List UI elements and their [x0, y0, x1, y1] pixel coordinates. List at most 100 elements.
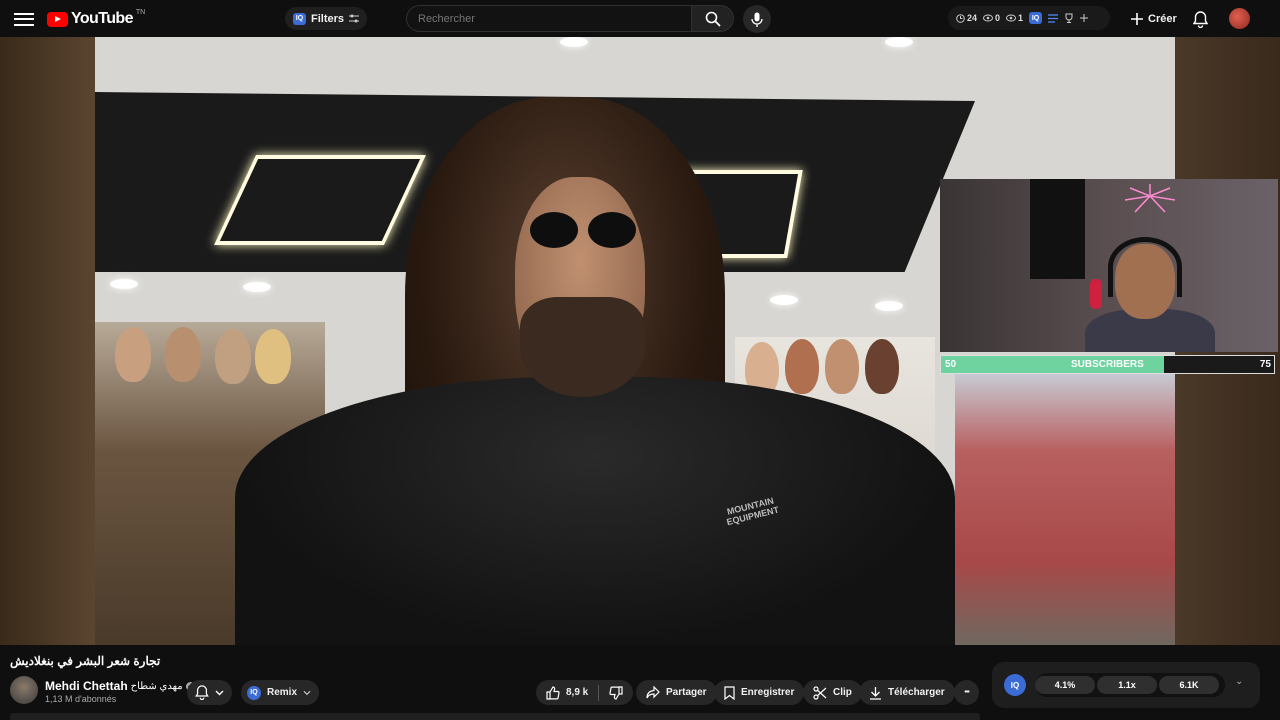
- street-window: [955, 367, 1175, 645]
- download-icon: [870, 686, 881, 700]
- trophy-icon: [1065, 13, 1073, 23]
- eye-icon: [1006, 14, 1017, 22]
- channel-name-latin: Mehdi Chettah: [45, 679, 128, 693]
- downlight: [243, 282, 271, 292]
- download-button[interactable]: Télécharger: [859, 680, 955, 705]
- subscriber-goal-bar: 50 SUBSCRIBERS 75: [940, 355, 1275, 374]
- ring-light-icon: [1125, 184, 1175, 213]
- like-count: 8,9 k: [566, 687, 589, 698]
- iq-metric-engagement[interactable]: 4.1%: [1035, 676, 1095, 694]
- create-button[interactable]: Créer: [1121, 6, 1187, 31]
- downlight: [885, 37, 913, 47]
- share-button[interactable]: Partager: [636, 680, 717, 705]
- iq-logo-icon[interactable]: IQ: [1004, 674, 1026, 696]
- search-button[interactable]: [691, 5, 734, 32]
- microphone: [1090, 279, 1102, 309]
- eye-icon: [983, 14, 994, 22]
- account-avatar[interactable]: [1229, 8, 1250, 29]
- thumbs-down-icon[interactable]: [609, 685, 623, 700]
- microphone-icon: [751, 12, 763, 27]
- plus-icon: [1131, 12, 1143, 25]
- chevron-down-icon[interactable]: ⌄: [1235, 676, 1243, 687]
- iq-extension-panel: IQ 4.1% 1.1x 6.1K ⌄: [992, 662, 1260, 708]
- like-button[interactable]: 8,9 k: [546, 685, 589, 700]
- like-divider: [598, 684, 600, 701]
- webcam-tv: [1030, 179, 1085, 279]
- video-title: تجارة شعر البشر في بنغلاديش: [10, 654, 161, 668]
- top-bar: YouTube TN IQ Filters 24 0 1 IQ Cré: [0, 0, 1280, 37]
- bell-icon: [1192, 10, 1208, 28]
- scissors-icon: [813, 685, 827, 700]
- mannequin-head: [255, 329, 291, 384]
- chevron-down-icon: [303, 690, 311, 695]
- remix-label: Remix: [267, 687, 298, 698]
- downlight: [110, 279, 138, 289]
- logo-country-code: TN: [135, 8, 146, 16]
- views-stat-a: 0: [983, 13, 1000, 23]
- bell-icon: [195, 685, 209, 700]
- like-dislike-group: 8,9 k: [536, 680, 634, 705]
- mannequin-head: [215, 329, 251, 384]
- channel-avatar[interactable]: [10, 676, 38, 704]
- create-label: Créer: [1148, 12, 1177, 25]
- sunglasses: [530, 212, 640, 252]
- notifications-button[interactable]: [1189, 8, 1211, 30]
- subscriber-goal-max: 75: [1259, 359, 1271, 370]
- watch-time-stat: 24: [956, 13, 977, 23]
- save-button[interactable]: Enregistrer: [714, 680, 805, 705]
- filters-label: Filters: [311, 12, 345, 25]
- logo-text: YouTube: [71, 10, 133, 27]
- clock-icon: [956, 13, 965, 23]
- iq-metric-views[interactable]: 6.1K: [1159, 676, 1219, 694]
- channel-name-arabic: مهدي شطاح: [130, 680, 183, 692]
- subscriber-goal-label: SUBSCRIBERS: [1071, 359, 1144, 370]
- mannequin-head: [785, 339, 819, 394]
- iq-badge-icon: IQ: [247, 685, 261, 700]
- description-box-edge: [10, 713, 980, 720]
- headset: [1108, 237, 1182, 297]
- iq-metric-multiplier[interactable]: 1.1x: [1097, 676, 1157, 694]
- subscriber-goal-min: 50: [945, 359, 957, 370]
- share-icon: [646, 686, 660, 699]
- thumbs-up-icon: [546, 685, 560, 700]
- bookmark-icon: [724, 685, 735, 700]
- filters-button[interactable]: IQ Filters: [285, 7, 368, 30]
- mannequin-head: [825, 339, 859, 394]
- youtube-play-icon: [47, 11, 68, 27]
- iq-badge-icon: IQ: [293, 12, 306, 25]
- share-label: Partager: [666, 687, 707, 698]
- subscriber-count: 1,13 M d'abonnés: [45, 694, 117, 704]
- mannequin-head: [165, 327, 201, 382]
- video-player[interactable]: MOUNTAIN EQUIPMENT 50 SUBSCRIBERS 75: [0, 37, 1280, 645]
- sliders-icon: [349, 14, 360, 23]
- downlight: [875, 301, 903, 311]
- iq-badge-icon: IQ: [1029, 12, 1043, 24]
- search-input[interactable]: [407, 6, 692, 31]
- youtube-logo[interactable]: YouTube TN: [47, 9, 145, 29]
- save-label: Enregistrer: [741, 687, 795, 698]
- views-stat-b: 1: [1006, 13, 1023, 23]
- subscribe-bell-button[interactable]: [187, 680, 232, 705]
- extension-stats-bar[interactable]: 24 0 1 IQ: [948, 6, 1110, 30]
- chevron-down-icon: [215, 690, 224, 695]
- channel-name[interactable]: Mehdi Chettah مهدي شطاح ✓: [45, 679, 195, 693]
- search-icon: [705, 11, 721, 27]
- mannequin-head: [115, 327, 151, 382]
- clip-button[interactable]: Clip: [803, 680, 862, 705]
- voice-search-button[interactable]: [743, 5, 771, 33]
- search-box: [406, 5, 692, 32]
- remix-button[interactable]: IQ Remix: [241, 680, 320, 705]
- more-icon: •••: [964, 689, 969, 696]
- menu-icon[interactable]: [14, 10, 34, 27]
- player-letterbox-left: [0, 37, 95, 645]
- person-beard: [520, 297, 645, 397]
- more-actions-button[interactable]: •••: [954, 680, 979, 705]
- downlight: [560, 37, 588, 47]
- person-jacket: [235, 377, 955, 645]
- download-label: Télécharger: [888, 687, 945, 698]
- webcam-overlay: [940, 179, 1278, 352]
- clip-label: Clip: [833, 687, 852, 698]
- mannequin-head: [865, 339, 899, 394]
- downlight: [770, 295, 798, 305]
- list-icon: [1048, 13, 1059, 23]
